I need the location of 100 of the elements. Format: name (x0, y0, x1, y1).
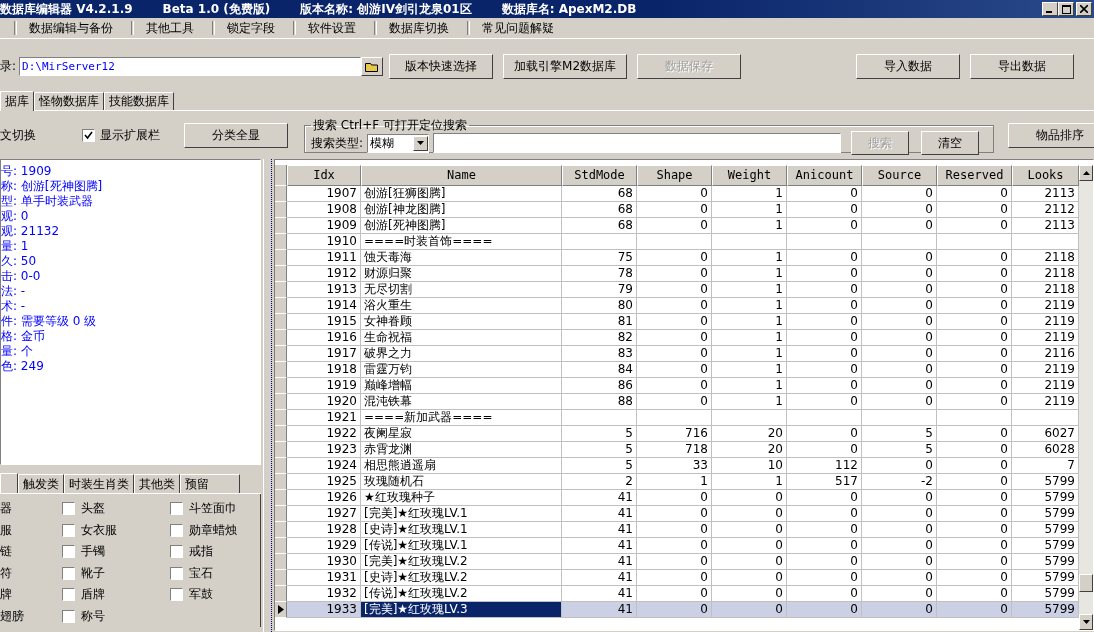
column-header[interactable]: Name (361, 165, 562, 186)
checkbox-label[interactable]: 链 (0, 543, 62, 561)
table-cell: 41 (562, 490, 637, 506)
checkbox[interactable]: 显示扩展栏 (82, 126, 160, 144)
menu-item[interactable]: 其他工具 (142, 19, 198, 37)
table-cell: 巅峰增幅 (361, 378, 562, 394)
table-cell: 41 (562, 522, 637, 538)
checkbox-label[interactable]: 军鼓 (189, 586, 213, 604)
column-header[interactable]: Reserved (937, 165, 1012, 186)
toolbar-button[interactable]: 版本快速选择 (389, 53, 494, 79)
column-header[interactable]: Idx (287, 165, 361, 186)
table-cell: 生命祝福 (361, 330, 562, 346)
menu-item[interactable]: 数据库切换 (385, 19, 453, 37)
scroll-thumb[interactable] (1079, 574, 1093, 592)
search-field[interactable] (433, 133, 842, 153)
table-cell: 1909 (287, 218, 361, 234)
category-tab[interactable]: 触发类 (18, 474, 64, 493)
table-cell: 0 (637, 490, 712, 506)
table-cell: 5 (862, 426, 937, 442)
detail-line: 号: 1909 (1, 164, 52, 178)
checkbox-label[interactable]: 斗笠面巾 (189, 500, 237, 518)
checkbox[interactable] (170, 588, 183, 602)
category-tab[interactable]: 时装生肖类 (64, 474, 134, 493)
show-all-button[interactable]: 分类全显 (184, 122, 288, 148)
checkbox-label[interactable]: 头盔 (81, 500, 105, 518)
scroll-up-button[interactable] (1079, 165, 1093, 181)
checkbox-label[interactable]: 手镯 (81, 543, 105, 561)
category-tab[interactable]: 其他类 (134, 474, 180, 493)
column-header[interactable]: Weight (712, 165, 787, 186)
checkbox-label[interactable]: 靴子 (81, 564, 105, 582)
scroll-down-button[interactable] (1079, 614, 1093, 630)
column-header[interactable]: Anicount (787, 165, 862, 186)
checkbox-label[interactable]: 女衣服 (81, 521, 117, 539)
menu-item[interactable]: 锁定字段 (223, 19, 279, 37)
toolbar-button[interactable]: 导出数据 (970, 53, 1074, 79)
checkbox-label[interactable]: 服 (0, 521, 62, 539)
menu-item[interactable]: 数据编辑与备份 (25, 19, 117, 37)
tab[interactable]: 据库 (0, 91, 34, 111)
table-cell: 0 (937, 250, 1012, 266)
table-cell: 1928 (287, 522, 361, 538)
table-cell: 0 (862, 266, 937, 282)
splitter[interactable] (263, 159, 272, 632)
checkbox-label[interactable]: 牌 (0, 586, 62, 604)
menu-item[interactable]: 软件设置 (304, 19, 360, 37)
table-cell: 0 (637, 298, 712, 314)
checkbox-label[interactable]: 戒指 (189, 543, 213, 561)
table-cell: 2 (562, 474, 637, 490)
toolbar-button[interactable]: 导入数据 (856, 53, 960, 79)
column-header[interactable]: StdMode (562, 165, 637, 186)
table-cell: 0 (937, 186, 1012, 202)
table-cell: 0 (787, 346, 862, 362)
path-field[interactable]: D:\MirServer12 (19, 56, 362, 76)
table-cell: 0 (937, 330, 1012, 346)
checkbox[interactable] (62, 523, 75, 537)
checkbox[interactable] (170, 545, 183, 559)
vertical-scrollbar[interactable] (1079, 165, 1093, 630)
menu-item[interactable]: 常见问题解疑 (478, 19, 558, 37)
browse-button[interactable] (361, 56, 384, 76)
checkbox-label[interactable]: 翅膀 (0, 607, 62, 625)
checkbox[interactable] (62, 502, 75, 516)
column-header[interactable]: Shape (637, 165, 712, 186)
clear-button[interactable]: 清空 (921, 131, 980, 155)
table-cell: 0 (787, 186, 862, 202)
checkbox-label[interactable]: 器 (0, 500, 62, 518)
category-tab[interactable]: 预留 (180, 474, 240, 493)
window-title: 数据库编辑器 V4.2.1.9 (0, 0, 133, 18)
column-header[interactable]: Looks (1012, 165, 1079, 186)
checkbox[interactable] (62, 545, 75, 559)
checkbox-label[interactable]: 盾牌 (81, 586, 105, 604)
close-button[interactable] (1076, 2, 1092, 16)
maximize-button[interactable] (1058, 2, 1074, 16)
column-header[interactable]: Source (862, 165, 937, 186)
checkbox[interactable] (170, 523, 183, 537)
table-cell: 1 (712, 298, 787, 314)
table-cell: 0 (637, 330, 712, 346)
checkbox[interactable] (62, 609, 75, 623)
checkbox[interactable] (62, 566, 75, 580)
sort-button[interactable]: 物品排序 (1008, 122, 1094, 148)
tab[interactable]: 怪物数据库 (34, 92, 104, 110)
tab[interactable]: 技能数据库 (104, 92, 174, 110)
table-cell: 1919 (287, 378, 361, 394)
table-cell: 68 (562, 218, 637, 234)
table-cell: 80 (562, 298, 637, 314)
table-cell: 20 (712, 426, 787, 442)
checkbox-label[interactable]: 勋章蜡烛 (189, 521, 237, 539)
table-cell: 41 (562, 570, 637, 586)
table-cell: 0 (712, 538, 787, 554)
checkbox[interactable] (170, 566, 183, 580)
table-cell: 1918 (287, 362, 361, 378)
row-selector[interactable] (275, 602, 287, 618)
search-type-dropdown[interactable]: 模糊 (367, 133, 430, 153)
checkbox[interactable] (170, 502, 183, 516)
checkbox-label[interactable]: 宝石 (189, 564, 213, 582)
checkbox-label[interactable]: 符 (0, 564, 62, 582)
category-tab-edge[interactable] (0, 473, 18, 493)
minimize-button[interactable] (1042, 2, 1058, 16)
table-cell: 0 (862, 250, 937, 266)
toolbar-button[interactable]: 加载引擎M2数据库 (503, 53, 628, 79)
checkbox-label[interactable]: 称号 (81, 607, 105, 625)
checkbox[interactable] (62, 588, 75, 602)
